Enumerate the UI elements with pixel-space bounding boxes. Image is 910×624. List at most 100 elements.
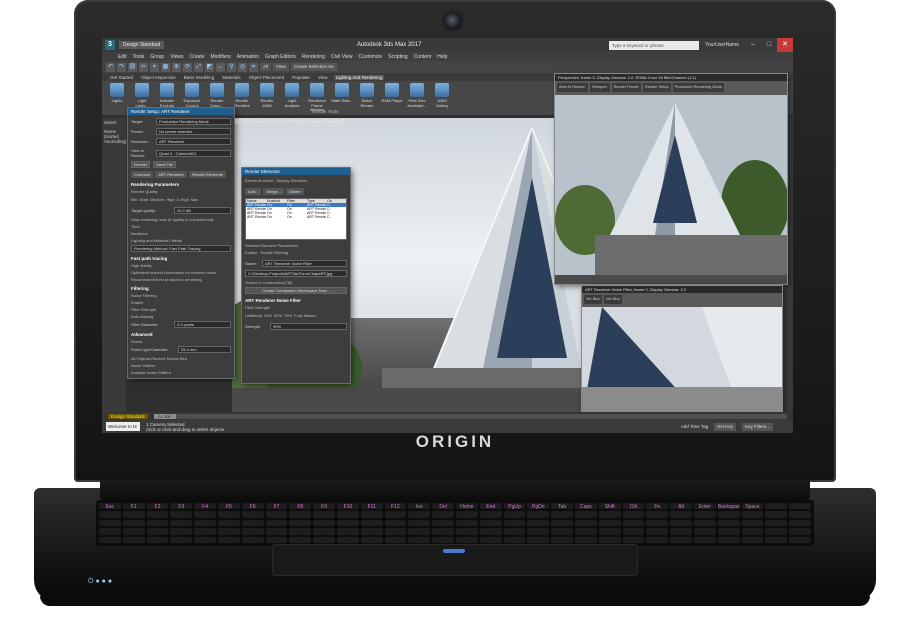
keyboard-key[interactable] bbox=[598, 519, 621, 527]
enable-filtering-checkbox[interactable]: Enable Filtering bbox=[260, 250, 288, 255]
frame-window-control[interactable]: Ver Bloc bbox=[604, 295, 623, 304]
render-setup-field-dropdown[interactable]: No preset selected bbox=[156, 128, 231, 135]
keyboard-key[interactable] bbox=[455, 511, 478, 518]
menu-views[interactable]: Views bbox=[170, 54, 183, 60]
keyboard-key[interactable]: Caps Lock bbox=[574, 503, 597, 510]
keyboard-key[interactable] bbox=[765, 503, 788, 510]
ribbon-button-12[interactable]: RAM Player bbox=[381, 83, 403, 113]
keyboard-key[interactable] bbox=[741, 528, 764, 535]
keyboard-key[interactable] bbox=[360, 519, 383, 527]
keyboard-key[interactable] bbox=[241, 536, 264, 543]
keyboard-key[interactable] bbox=[670, 536, 692, 543]
render-setup-field-dropdown[interactable]: Production Rendering Mode bbox=[156, 118, 231, 125]
keyboard-key[interactable] bbox=[146, 511, 169, 518]
keyboard-key[interactable] bbox=[384, 536, 407, 543]
keyboard-key[interactable]: Tab bbox=[551, 503, 573, 510]
toolbar-tool-1-icon[interactable]: ↶ bbox=[106, 62, 115, 72]
keyboard-key[interactable] bbox=[384, 511, 407, 518]
keyboard-key[interactable] bbox=[598, 528, 621, 535]
keyboard-key[interactable] bbox=[551, 519, 573, 527]
keyboard-key[interactable] bbox=[717, 528, 740, 535]
ribbon-button-1[interactable]: Lights bbox=[106, 83, 128, 113]
toolbar-tool-9-icon[interactable]: ⤢ bbox=[194, 62, 203, 72]
ribbon-tab-5[interactable]: Object Placement bbox=[247, 75, 287, 80]
frame-window-title[interactable]: Perspective, frame 0, Display Gamma: 2.2… bbox=[555, 74, 787, 81]
keyboard-key[interactable] bbox=[574, 519, 597, 527]
maximize-button[interactable]: □ bbox=[761, 38, 777, 52]
toolbar-tool-6-icon[interactable]: ▦ bbox=[161, 62, 170, 72]
keyboard-key[interactable] bbox=[289, 528, 312, 535]
keyboard-key[interactable] bbox=[408, 511, 431, 518]
keyboard-key[interactable]: F5 bbox=[217, 503, 240, 510]
scene-explorer-sort[interactable]: Name (Sorted Ascending) bbox=[102, 127, 127, 146]
render-elements-button-2[interactable]: Merge... bbox=[263, 188, 285, 195]
ribbon-tab-2[interactable]: Object Inspection bbox=[139, 75, 178, 80]
menu-animation[interactable]: Animation bbox=[237, 54, 259, 60]
keyboard-key[interactable] bbox=[741, 511, 764, 518]
keyboard-key[interactable] bbox=[598, 536, 621, 543]
keyboard-key[interactable] bbox=[693, 519, 716, 527]
frame-window-control[interactable]: Render Setup bbox=[643, 83, 671, 92]
maxscript-listener[interactable]: Welcome to M bbox=[106, 422, 140, 431]
keyboard-key[interactable] bbox=[693, 536, 716, 543]
keyboard-key[interactable] bbox=[598, 511, 621, 518]
ribbon-button-13[interactable]: Print Size Assistant... bbox=[406, 83, 428, 113]
keyboard-key[interactable] bbox=[527, 519, 550, 527]
keyboard-key[interactable] bbox=[360, 511, 383, 518]
keyboard-key[interactable] bbox=[455, 519, 478, 527]
keyboard-key[interactable] bbox=[146, 519, 169, 527]
render-setup-tab-2[interactable]: ART Renderer bbox=[155, 171, 187, 178]
keyboard-key[interactable]: PgUp bbox=[503, 503, 526, 510]
iterations-checkbox[interactable]: Iterations bbox=[131, 231, 231, 236]
keyboard-key[interactable] bbox=[622, 511, 645, 518]
keyboard-key[interactable] bbox=[646, 536, 669, 543]
keyboard-key[interactable] bbox=[622, 519, 645, 527]
keyboard-key[interactable] bbox=[789, 536, 811, 543]
keyboard-key[interactable] bbox=[122, 528, 145, 535]
keyboard-key[interactable] bbox=[551, 528, 573, 535]
render-elements-button-3[interactable]: Delete bbox=[286, 188, 304, 195]
keyboard-key[interactable] bbox=[432, 519, 454, 527]
keyboard-key[interactable] bbox=[741, 536, 764, 543]
animate-noise-checkbox[interactable]: Animate Noise Pattern bbox=[131, 370, 231, 375]
ribbon-button-6[interactable]: Render Rendere bbox=[231, 83, 253, 113]
keyboard-key[interactable] bbox=[622, 528, 645, 535]
keyboard-key[interactable]: F9 bbox=[313, 503, 335, 510]
ribbon-button-7[interactable]: Render A360 bbox=[256, 83, 278, 113]
keyboard-key[interactable]: Alt bbox=[670, 503, 692, 510]
keyboard-key[interactable] bbox=[574, 536, 597, 543]
keyboard-key[interactable] bbox=[194, 511, 216, 518]
keyboard-key[interactable] bbox=[551, 511, 573, 518]
keyboard-key[interactable]: Space bbox=[741, 503, 764, 510]
toolbar-tool-12-icon[interactable]: ⚲ bbox=[227, 62, 236, 72]
set-key-button[interactable]: Set Key bbox=[714, 422, 736, 431]
keyboard-key[interactable] bbox=[646, 511, 669, 518]
menu-modifiers[interactable]: Modifiers bbox=[210, 54, 230, 60]
keyboard-key[interactable] bbox=[313, 536, 335, 543]
keyboard-key[interactable] bbox=[432, 536, 454, 543]
render-setup-tab-3[interactable]: Render Elements bbox=[188, 171, 226, 178]
menu-customize[interactable]: Customize bbox=[359, 54, 383, 60]
advanced-heading[interactable]: Advanced bbox=[131, 332, 231, 337]
keyboard-key[interactable] bbox=[265, 528, 288, 535]
3dsmax-app-icon[interactable]: 3 bbox=[105, 40, 115, 50]
keyboard-key[interactable]: PgDn bbox=[527, 503, 550, 510]
workspace-selector[interactable]: Design Standard bbox=[119, 41, 165, 49]
keyboard-key[interactable] bbox=[122, 519, 145, 527]
keyboard-key[interactable] bbox=[170, 519, 193, 527]
fast-path-option[interactable]: High fidelity bbox=[131, 263, 231, 268]
keyboard-key[interactable] bbox=[241, 528, 264, 535]
strength-field[interactable]: 90% bbox=[270, 323, 347, 330]
ribbon-button-14[interactable]: A360 Gallery bbox=[431, 83, 453, 113]
keyboard-key[interactable] bbox=[217, 511, 240, 518]
keyboard-key[interactable] bbox=[789, 503, 811, 510]
keyboard-key[interactable]: Shift bbox=[598, 503, 621, 510]
toolbar-tool-14-icon[interactable]: ⌗ bbox=[249, 62, 258, 72]
toolbar-tool-3-icon[interactable]: ⛓ bbox=[128, 62, 137, 72]
keyboard-key[interactable] bbox=[146, 528, 169, 535]
keyboard-key[interactable] bbox=[574, 511, 597, 518]
keyboard-key[interactable] bbox=[503, 519, 526, 527]
rendering-parameters-heading[interactable]: Rendering Parameters bbox=[131, 182, 231, 187]
render-setup-field-dropdown[interactable]: Quad 4 - Camera001 bbox=[156, 149, 231, 157]
filtering-heading[interactable]: Filtering bbox=[131, 286, 231, 291]
